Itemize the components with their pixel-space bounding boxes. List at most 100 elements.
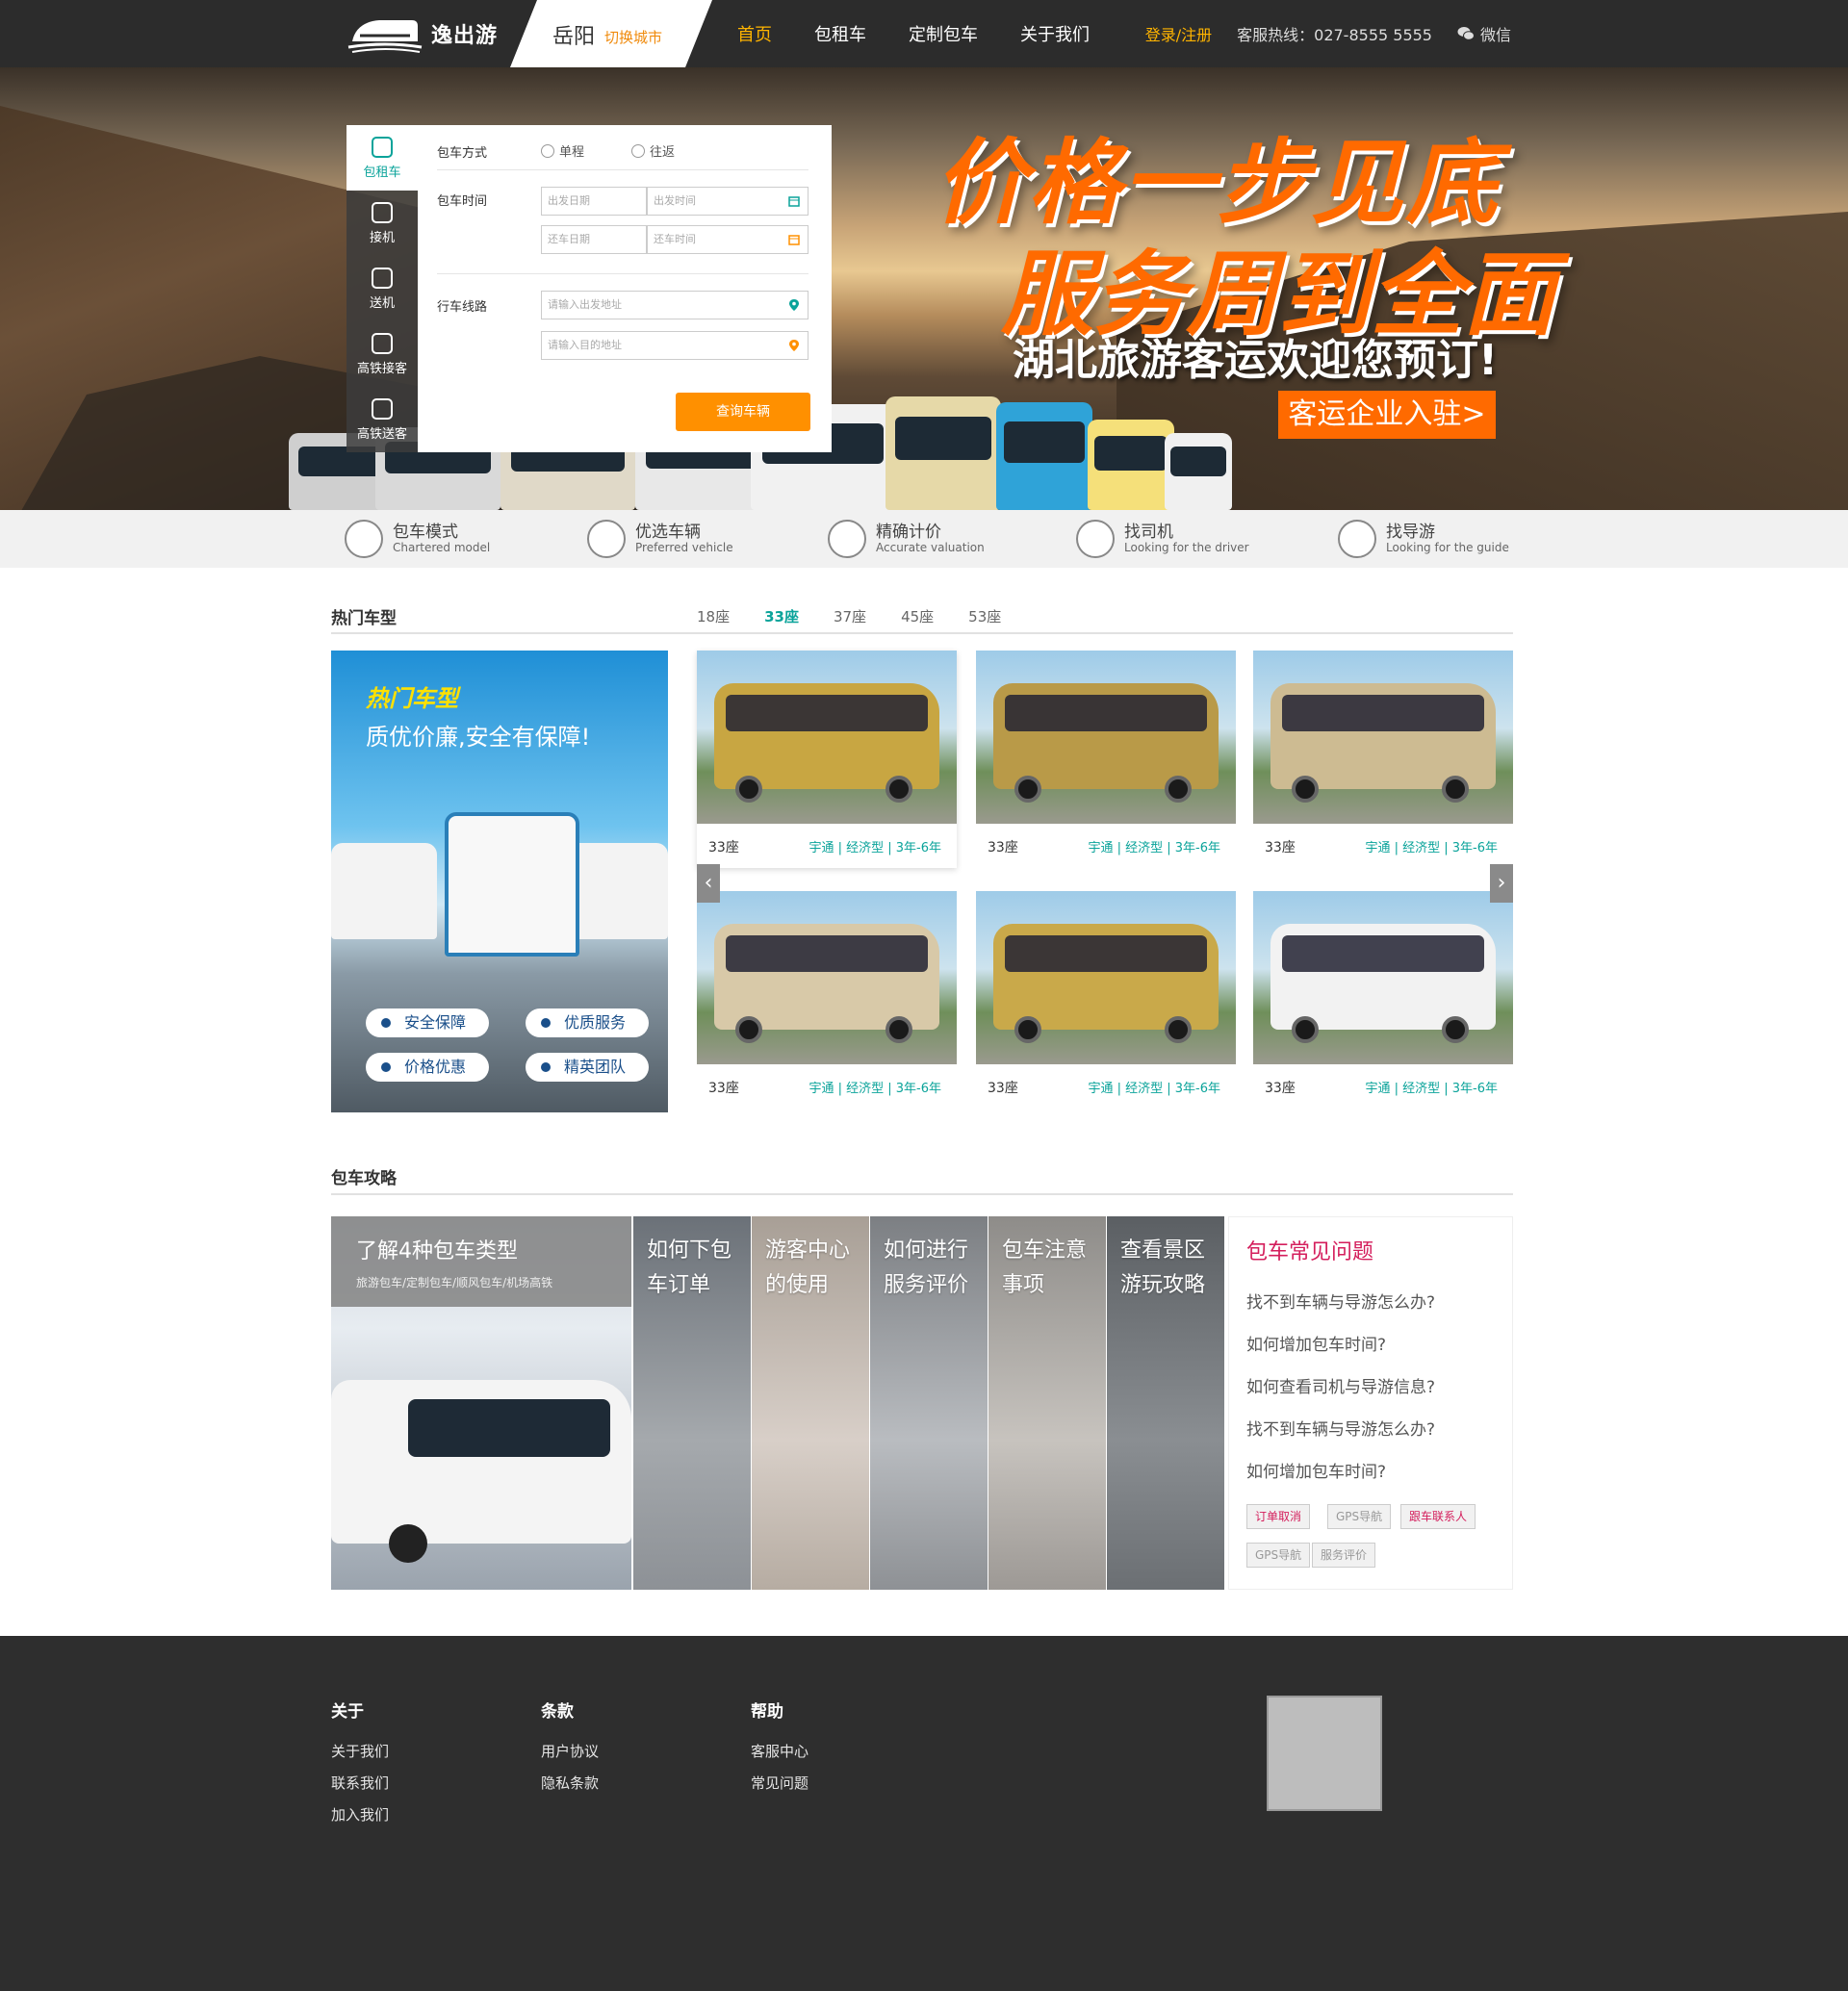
promo-bus-image xyxy=(445,812,579,957)
hot-models-title: 热门车型 xyxy=(331,609,397,628)
feature-find-guide[interactable]: 找导游 Looking for the guide xyxy=(1338,520,1509,558)
seat-tab-53[interactable]: 53座 xyxy=(968,606,1001,626)
faq-item[interactable]: 如何查看司机与导游信息? xyxy=(1246,1373,1435,1397)
guide-notes[interactable]: 包车注意事项 xyxy=(988,1216,1106,1590)
tab-charter[interactable]: 包租车 xyxy=(346,125,418,191)
tab-label: 高铁送客 xyxy=(356,426,407,442)
car-image xyxy=(1253,651,1513,824)
booking-type-tabs: 包租车 接机 送机 高铁接客 高铁送客 xyxy=(346,125,418,452)
radio-circle-icon xyxy=(631,143,645,158)
return-date-field[interactable]: 还车日期 xyxy=(541,225,647,254)
feature-chartered-model[interactable]: 包车模式 Chartered model xyxy=(345,520,490,558)
seat-tab-45[interactable]: 45座 xyxy=(901,606,934,626)
car-card[interactable]: 33座 宇通 | 经济型 | 3年-6年 xyxy=(976,891,1236,1109)
seat-tab-18[interactable]: 18座 xyxy=(697,606,730,626)
feature-title: 精确计价 xyxy=(876,523,941,542)
tab-rail-dropoff[interactable]: 高铁送客 xyxy=(346,387,418,452)
faq-tag[interactable]: GPS导航 xyxy=(1327,1504,1392,1529)
feature-subtitle: Preferred vehicle xyxy=(635,541,733,554)
banner-bus xyxy=(1165,433,1232,510)
tab-airport-dropoff[interactable]: 送机 xyxy=(346,256,418,321)
car-seat: 33座 xyxy=(1265,1081,1296,1096)
car-card[interactable]: 33座 宇通 | 经济型 | 3年-6年 xyxy=(1253,651,1513,868)
car-card[interactable]: 33座 宇通 | 经济型 | 3年-6年 xyxy=(1253,891,1513,1109)
footer-col-title: 帮助 xyxy=(751,1702,783,1722)
depart-date-field[interactable]: 出发日期 xyxy=(541,187,647,216)
mode-label: 包车方式 xyxy=(437,146,488,161)
faq-item[interactable]: 如何增加包车时间? xyxy=(1246,1331,1386,1355)
faq-panel: 包车常见问题 找不到车辆与导游怎么办? 如何增加包车时间? 如何查看司机与导游信… xyxy=(1228,1216,1513,1590)
car-image xyxy=(697,651,957,824)
faq-tag[interactable]: 服务评价 xyxy=(1312,1543,1376,1568)
faq-tag[interactable]: 跟车联系人 xyxy=(1400,1504,1476,1529)
nav-custom-charter[interactable]: 定制包车 xyxy=(909,21,978,46)
guide-scenic-tips[interactable]: 查看景区游玩攻略 xyxy=(1107,1216,1224,1590)
location-pin-icon xyxy=(789,299,799,311)
nav-about[interactable]: 关于我们 xyxy=(1020,21,1090,46)
guide-bus-image xyxy=(331,1380,631,1563)
train-dropoff-icon xyxy=(372,397,393,420)
tab-rail-pickup[interactable]: 高铁接客 xyxy=(346,321,418,387)
faq-item[interactable]: 找不到车辆与导游怎么办? xyxy=(1246,1289,1435,1313)
hot-models-promo[interactable]: 热门车型 质优价廉,安全有保障! 安全保障 优质服务 价格优惠 精英团队 xyxy=(331,651,668,1112)
tab-label: 高铁接客 xyxy=(356,361,407,376)
footer-link[interactable]: 用户协议 xyxy=(541,1741,599,1761)
carousel-next-button[interactable]: › xyxy=(1490,864,1513,903)
enterprise-join-button[interactable]: 客运企业入驻> xyxy=(1278,391,1496,439)
faq-item[interactable]: 如何增加包车时间? xyxy=(1246,1458,1386,1482)
query-vehicles-button[interactable]: 查询车辆 xyxy=(676,393,810,431)
field-placeholder: 出发时间 xyxy=(654,194,696,207)
logo[interactable]: 逸出游 xyxy=(346,12,498,56)
radio-label: 单程 xyxy=(559,145,585,160)
plane-pickup-icon xyxy=(372,201,393,223)
wechat-link[interactable]: 微信 xyxy=(1457,22,1511,45)
radio-one-way[interactable]: 单程 xyxy=(541,141,584,160)
carousel-prev-button[interactable]: ‹ xyxy=(697,864,720,903)
footer-link[interactable]: 客服中心 xyxy=(751,1741,808,1761)
promo-title: 热门车型 xyxy=(366,685,458,712)
car-info: 宇通 | 经济型 | 3年-6年 xyxy=(1365,1082,1498,1096)
car-card[interactable]: 33座 宇通 | 经济型 | 3年-6年 xyxy=(697,891,957,1109)
depart-time-field[interactable]: 出发时间 xyxy=(647,187,808,216)
city-selector[interactable]: 岳阳 切换城市 xyxy=(510,0,712,67)
switch-city-link[interactable]: 切换城市 xyxy=(604,27,662,47)
route-label: 行车线路 xyxy=(437,300,488,315)
banner-bus xyxy=(1088,420,1174,510)
van-icon xyxy=(587,520,626,558)
return-time-field[interactable]: 还车时间 xyxy=(647,225,808,254)
from-address-input[interactable]: 请输入出发地址 xyxy=(541,291,808,319)
field-placeholder: 还车时间 xyxy=(654,233,696,245)
tab-airport-pickup[interactable]: 接机 xyxy=(346,191,418,256)
footer-link[interactable]: 加入我们 xyxy=(331,1804,389,1825)
faq-tag[interactable]: GPS导航 xyxy=(1246,1543,1311,1568)
footer-link[interactable]: 常见问题 xyxy=(751,1773,808,1793)
faq-tag[interactable]: 订单取消 xyxy=(1246,1504,1311,1529)
feature-subtitle: Chartered model xyxy=(393,541,491,554)
footer-link[interactable]: 关于我们 xyxy=(331,1741,389,1761)
login-register-link[interactable]: 登录/注册 xyxy=(1145,22,1212,45)
faq-item[interactable]: 找不到车辆与导游怎么办? xyxy=(1246,1416,1435,1440)
to-address-input[interactable]: 请输入目的地址 xyxy=(541,331,808,360)
seat-tab-33[interactable]: 33座 xyxy=(764,606,799,626)
radio-circle-icon xyxy=(541,143,554,158)
seat-tab-37[interactable]: 37座 xyxy=(834,606,866,626)
radio-round-trip[interactable]: 往返 xyxy=(631,141,675,160)
feature-preferred-vehicle[interactable]: 优选车辆 Preferred vehicle xyxy=(587,520,733,558)
qr-code-placeholder xyxy=(1267,1696,1382,1811)
guide-how-to-order[interactable]: 如何下包车订单 xyxy=(633,1216,751,1590)
guide-service-review[interactable]: 如何进行服务评价 xyxy=(870,1216,988,1590)
top-navbar: 逸出游 岳阳 切换城市 首页 包租车 定制包车 关于我们 登录/注册 客服热线：… xyxy=(0,0,1848,67)
car-card[interactable]: 33座 宇通 | 经济型 | 3年-6年 xyxy=(697,651,957,868)
feature-accurate-valuation[interactable]: 精确计价 Accurate valuation xyxy=(828,520,985,558)
bus-icon xyxy=(345,520,383,558)
feature-subtitle: Accurate valuation xyxy=(876,541,985,554)
footer-terms: 条款 用户协议 隐私条款 xyxy=(541,1697,599,1804)
nav-home[interactable]: 首页 xyxy=(737,21,772,46)
feature-find-driver[interactable]: 找司机 Looking for the driver xyxy=(1076,520,1249,558)
car-card[interactable]: 33座 宇通 | 经济型 | 3年-6年 xyxy=(976,651,1236,868)
footer-link[interactable]: 联系我们 xyxy=(331,1773,389,1793)
guide-visitor-center[interactable]: 游客中心的使用 xyxy=(752,1216,869,1590)
guide-charter-types[interactable]: 了解4种包车类型 旅游包车/定制包车/顺风包车/机场高铁 xyxy=(331,1216,631,1590)
nav-charter[interactable]: 包租车 xyxy=(814,21,866,46)
footer-link[interactable]: 隐私条款 xyxy=(541,1773,599,1793)
